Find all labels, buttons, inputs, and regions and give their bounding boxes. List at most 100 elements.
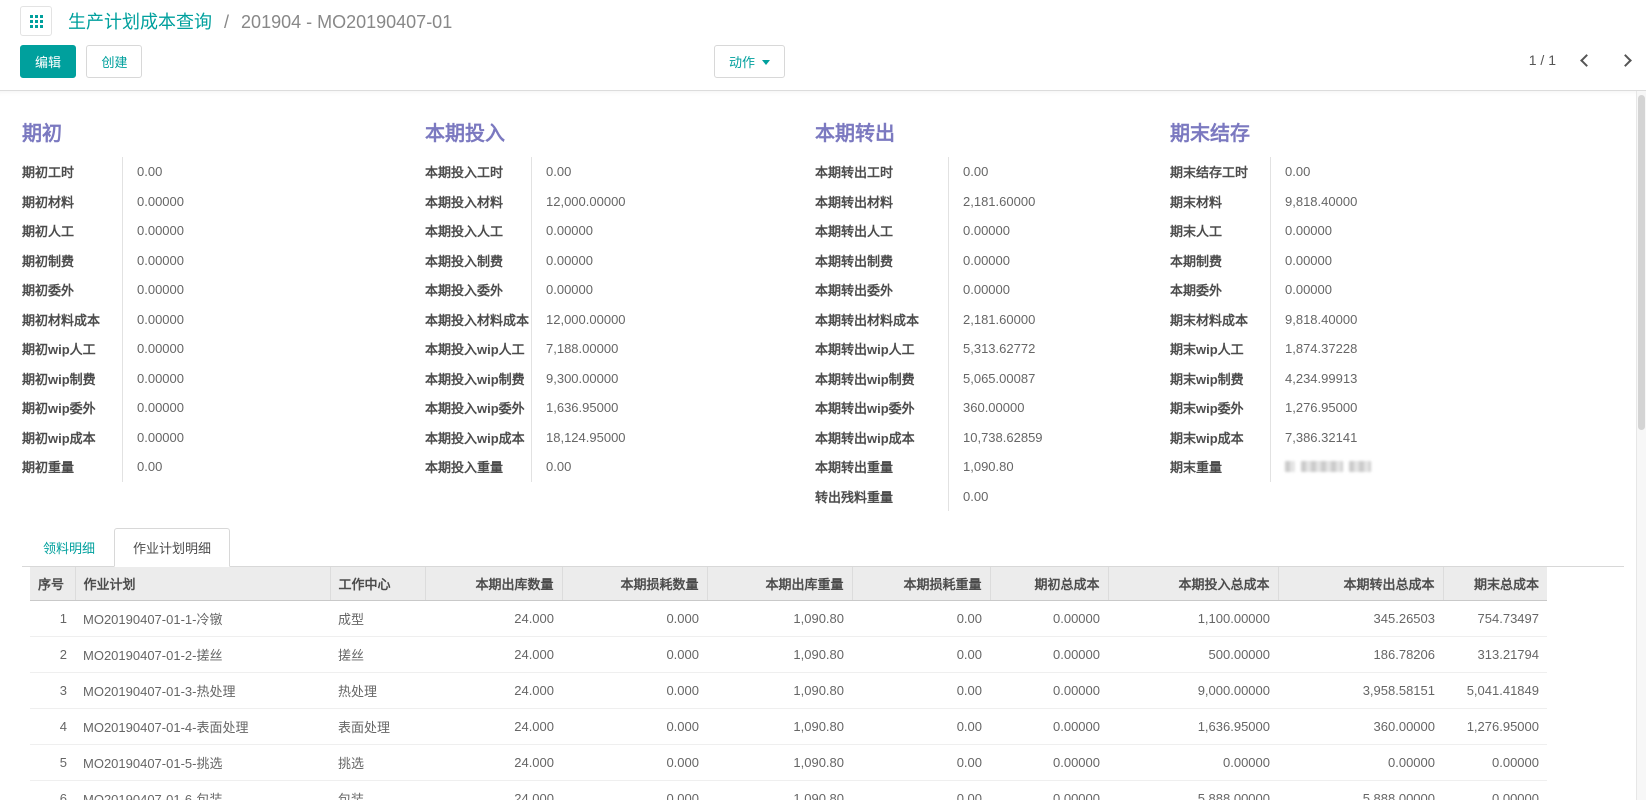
scrollbar-track[interactable] [1636, 91, 1646, 800]
edit-button[interactable]: 编辑 [20, 45, 76, 78]
control-bar: 编辑 创建 动作 1 / 1 [0, 42, 1646, 90]
table-cell: 1,090.80 [707, 673, 852, 709]
field-value: 360.00000 [948, 393, 1170, 423]
breadcrumb-current: 201904 - MO20190407-01 [241, 12, 452, 32]
table-cell: 5 [30, 745, 75, 781]
column-header[interactable]: 本期出库数量 [425, 567, 562, 601]
table-cell: 1,090.80 [707, 709, 852, 745]
field-label: 转出残料重量 [815, 482, 948, 512]
table-cell: 24.000 [425, 781, 562, 800]
field-label: 本期委外 [1170, 275, 1270, 305]
field-value: 0.00 [122, 452, 425, 482]
field-label: 本期转出人工 [815, 216, 948, 246]
table-cell: 0.00000 [990, 745, 1108, 781]
action-dropdown-button[interactable]: 动作 [714, 45, 785, 78]
pager-previous-button[interactable] [1580, 54, 1593, 67]
field-label: 本期投入重量 [425, 452, 531, 482]
field-value: 0.00000 [122, 393, 425, 423]
field-value: 0.00 [948, 482, 1170, 512]
pager-next-button[interactable] [1619, 54, 1632, 67]
field-row: 本期转出工时0.00 [815, 157, 1170, 187]
column-header[interactable]: 本期投入总成本 [1108, 567, 1278, 601]
field-row: 本期委外0.00000 [1170, 275, 1624, 305]
table-cell: 0.00000 [1108, 745, 1278, 781]
field-label: 本期转出委外 [815, 275, 948, 305]
field-row: 期初工时0.00 [22, 157, 425, 187]
table-cell: 5,888.00000 [1278, 781, 1443, 800]
table-row[interactable]: 5MO20190407-01-5-挑选挑选24.0000.0001,090.80… [30, 745, 1547, 781]
table-cell: 挑选 [330, 745, 425, 781]
column-header[interactable]: 期初总成本 [990, 567, 1108, 601]
table-cell: 360.00000 [1278, 709, 1443, 745]
table-cell: 0.000 [562, 673, 707, 709]
column-header[interactable]: 本期转出总成本 [1278, 567, 1443, 601]
field-value: 0.00000 [1270, 246, 1624, 276]
column-header[interactable]: 本期损耗数量 [562, 567, 707, 601]
field-row: 期末材料9,818.40000 [1170, 187, 1624, 217]
table-cell: 1,090.80 [707, 745, 852, 781]
field-value: 4,234.99913 [1270, 364, 1624, 394]
field-row: 本期转出wip成本10,738.62859 [815, 423, 1170, 453]
table-cell: 0.00000 [990, 637, 1108, 673]
tab-2[interactable]: 作业计划明细 [114, 528, 230, 567]
breadcrumb-separator: / [224, 12, 229, 32]
content-area: 期初期初工时0.00期初材料0.00000期初人工0.00000期初制费0.00… [0, 90, 1646, 800]
field-label: 本期转出wip成本 [815, 423, 948, 453]
field-label: 期末人工 [1170, 216, 1270, 246]
redacted-value [1285, 461, 1295, 472]
field-value: 0.00000 [948, 216, 1170, 246]
breadcrumb: 生产计划成本查询 / 201904 - MO20190407-01 [68, 8, 452, 34]
table-cell: 0.00000 [990, 781, 1108, 800]
tab-1[interactable]: 领料明细 [24, 528, 114, 567]
column-header[interactable]: 工作中心 [330, 567, 425, 601]
table-row[interactable]: 2MO20190407-01-2-搓丝搓丝24.0000.0001,090.80… [30, 637, 1547, 673]
form-buttons: 编辑 创建 [20, 45, 148, 78]
field-label: 期末wip委外 [1170, 393, 1270, 423]
table-cell: 1,090.80 [707, 601, 852, 637]
field-row: 本期转出委外0.00000 [815, 275, 1170, 305]
table-row[interactable]: 4MO20190407-01-4-表面处理表面处理24.0000.0001,09… [30, 709, 1547, 745]
field-label: 本期转出材料成本 [815, 305, 948, 335]
field-value: 0.00000 [122, 364, 425, 394]
column-header[interactable]: 序号 [30, 567, 75, 601]
table-cell: 0.00000 [1443, 745, 1547, 781]
field-value: 0.00 [948, 157, 1170, 187]
breadcrumb-parent-link[interactable]: 生产计划成本查询 [68, 12, 212, 32]
field-value: 9,818.40000 [1270, 187, 1624, 217]
table-row[interactable]: 3MO20190407-01-3-热处理热处理24.0000.0001,090.… [30, 673, 1547, 709]
table-cell: 1 [30, 601, 75, 637]
table-cell: 0.000 [562, 781, 707, 800]
caret-down-icon [762, 60, 770, 65]
column-header[interactable]: 期末总成本 [1443, 567, 1547, 601]
pager: 1 / 1 [1529, 52, 1630, 68]
field-value: 0.00000 [122, 246, 425, 276]
apps-menu-button[interactable] [20, 6, 52, 36]
table-row[interactable]: 6MO20190407-01-6-包装包装24.0000.0001,090.80… [30, 781, 1547, 800]
field-value: 0.00000 [1270, 216, 1624, 246]
column-header[interactable]: 本期出库重量 [707, 567, 852, 601]
field-value: 0.00000 [122, 275, 425, 305]
group-title: 期末结存 [1170, 117, 1624, 146]
table-cell: 0.00000 [990, 673, 1108, 709]
column-header[interactable]: 本期损耗重量 [852, 567, 990, 601]
scrollbar-thumb[interactable] [1638, 95, 1645, 430]
table-cell: MO20190407-01-4-表面处理 [75, 709, 330, 745]
table-row[interactable]: 1MO20190407-01-1-冷镦成型24.0000.0001,090.80… [30, 601, 1547, 637]
table-cell: 313.21794 [1443, 637, 1547, 673]
table-cell: 0.000 [562, 637, 707, 673]
column-header[interactable]: 作业计划 [75, 567, 330, 601]
field-label: 本期转出制费 [815, 246, 948, 276]
field-value: 7,188.00000 [531, 334, 815, 364]
group-title: 本期转出 [815, 117, 1170, 146]
field-row: 期初制费0.00000 [22, 246, 425, 276]
field-label: 本期投入人工 [425, 216, 531, 246]
field-label: 期初wip成本 [22, 423, 122, 453]
table-cell: 包装 [330, 781, 425, 800]
field-value: 0.00000 [122, 423, 425, 453]
form-sheet: 期初期初工时0.00期初材料0.00000期初人工0.00000期初制费0.00… [0, 91, 1646, 800]
table-cell: 0.000 [562, 601, 707, 637]
table-cell: 754.73497 [1443, 601, 1547, 637]
field-row: 本期投入wip人工7,188.00000 [425, 334, 815, 364]
field-row: 本期投入制费0.00000 [425, 246, 815, 276]
create-button[interactable]: 创建 [86, 45, 142, 78]
